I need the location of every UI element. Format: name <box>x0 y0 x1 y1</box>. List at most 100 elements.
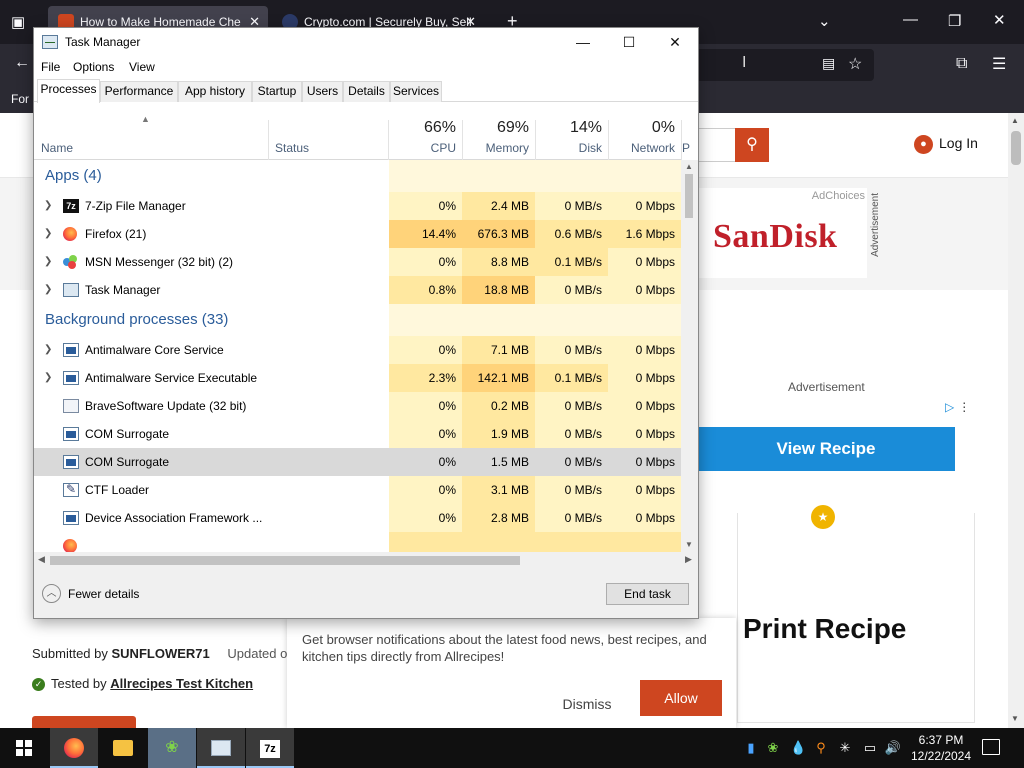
tm-titlebar[interactable]: Task Manager — ☐ ✕ <box>34 28 698 57</box>
tab-performance[interactable]: Performance <box>100 81 178 102</box>
network-total[interactable]: 0% <box>609 119 675 137</box>
notification-center-icon[interactable] <box>982 739 1000 755</box>
process-row[interactable]: Device Association Framework ... 0% 2.8 MB… <box>34 504 681 532</box>
sandisk-ad[interactable]: AdChoices SanDisk <box>697 188 867 278</box>
process-row[interactable]: CTF Loader 0%3.1 MB0 MB/s0 Mbps <box>34 476 681 504</box>
process-disk: 0.1 MB/s <box>535 364 608 392</box>
vertical-scrollbar[interactable]: ▲ ▼ <box>681 160 698 552</box>
disk-total[interactable]: 14% <box>536 119 602 137</box>
scroll-right-icon[interactable]: ▶ <box>685 554 692 565</box>
process-row[interactable]: ❯ MSN Messenger (32 bit) (2) 0% 8.8 MB 0.1 M… <box>34 248 681 276</box>
start-button[interactable] <box>0 728 48 768</box>
column-cpu[interactable]: CPU <box>389 141 456 155</box>
minimize-icon[interactable]: — <box>903 11 918 28</box>
adchoices-label[interactable]: AdChoices <box>812 190 865 202</box>
bookmark-star-icon[interactable]: ☆ <box>848 54 862 74</box>
reader-view-icon[interactable]: ▤ <box>822 55 835 72</box>
process-row[interactable]: COM Surrogate 0% 1.5 MB 0 MB/s 0 Mbps <box>34 448 681 476</box>
scroll-down-icon[interactable]: ▼ <box>1011 714 1019 723</box>
process-row[interactable]: BraveSoftware Update (32 bit) 0% 0.2 MB 0 M… <box>34 392 681 420</box>
tab-users[interactable]: Users <box>302 81 343 102</box>
expand-chevron-icon[interactable]: ❯ <box>44 364 52 392</box>
kebab-menu-icon[interactable]: ⋮ <box>958 400 970 414</box>
process-row-partial[interactable] <box>34 532 681 552</box>
process-row[interactable]: ❯ Antimalware Service Executable 2.3% 142.1… <box>34 364 681 392</box>
tray-app-icon[interactable]: ▮ <box>744 728 758 768</box>
minimize-button[interactable]: — <box>560 28 606 57</box>
scroll-left-icon[interactable]: ◀ <box>38 554 45 565</box>
taskbar-clock[interactable]: 6:37 PM 12/22/2024 <box>905 732 977 764</box>
tray-msn-icon[interactable]: ❀ <box>764 728 782 768</box>
scrollbar-thumb[interactable] <box>685 174 693 218</box>
cpu-total[interactable]: 66% <box>389 119 456 137</box>
test-kitchen-link[interactable]: Allrecipes Test Kitchen <box>110 676 253 691</box>
process-row[interactable]: ❯ Antimalware Core Service 0% 7.1 MB 0 MB/s 0… <box>34 336 681 364</box>
scroll-up-icon[interactable]: ▲ <box>1011 116 1019 125</box>
tab-list-icon[interactable]: ▣ <box>11 13 25 31</box>
scrollbar-thumb[interactable] <box>50 556 520 565</box>
scroll-up-icon[interactable]: ▲ <box>685 162 693 171</box>
submitted-author[interactable]: SUNFLOWER71 <box>112 646 210 661</box>
scrollbar-thumb[interactable] <box>1011 131 1021 165</box>
menu-file[interactable]: File <box>41 60 60 74</box>
close-button[interactable]: ✕ <box>652 28 698 57</box>
column-network[interactable]: Network <box>609 141 675 155</box>
allow-button[interactable]: Allow <box>640 680 722 716</box>
tab-app-history[interactable]: App history <box>178 81 252 102</box>
url-field[interactable]: I ▤ ☆ <box>690 49 874 81</box>
menu-view[interactable]: View <box>129 60 155 74</box>
column-disk[interactable]: Disk <box>536 141 602 155</box>
expand-chevron-icon[interactable]: ❯ <box>44 276 52 304</box>
print-recipe-heading[interactable]: Print Recipe <box>743 613 906 645</box>
tray-sparkle-icon[interactable]: ✳ <box>836 728 854 768</box>
orange-button-edge[interactable] <box>32 716 136 728</box>
tray-search-icon[interactable]: ⚲ <box>813 728 829 768</box>
tab-startup[interactable]: Startup <box>252 81 302 102</box>
taskbar-7zip[interactable]: 7z <box>246 728 294 768</box>
taskbar-firefox[interactable] <box>50 728 98 768</box>
column-power-partial[interactable]: P <box>682 141 696 155</box>
taskbar-file-explorer[interactable] <box>99 728 147 768</box>
expand-chevron-icon[interactable]: ❯ <box>44 336 52 364</box>
memory-total[interactable]: 69% <box>463 119 529 137</box>
taskbar-msn-messenger[interactable]: ❀ <box>148 728 196 768</box>
process-row[interactable]: ❯ Firefox (21) 14.4% 676.3 MB 0.6 MB/s 1.6 Mb… <box>34 220 681 248</box>
clock-time: 6:37 PM <box>918 733 964 747</box>
back-icon[interactable]: ← <box>14 54 30 72</box>
tray-drop-icon[interactable]: 💧 <box>790 728 806 768</box>
tab-services[interactable]: Services <box>390 81 442 102</box>
process-row[interactable]: COM Surrogate 0% 1.9 MB 0 MB/s 0 Mbps <box>34 420 681 448</box>
process-row[interactable]: ❯ 7z 7-Zip File Manager 0% 2.4 MB 0 MB/s 0 Mbp… <box>34 192 681 220</box>
expand-chevron-icon[interactable]: ❯ <box>44 248 52 276</box>
taskbar-task-manager[interactable] <box>197 728 245 768</box>
column-memory[interactable]: Memory <box>463 141 529 155</box>
login-link[interactable]: ● Log In <box>914 135 978 154</box>
fewer-details-link[interactable]: Fewer details <box>68 587 139 601</box>
extensions-icon[interactable]: ⧉ <box>956 55 967 73</box>
chevron-down-icon[interactable]: ⌄ <box>818 12 831 30</box>
bookmark-item[interactable]: For <box>11 92 29 106</box>
chevron-up-icon[interactable]: ︿ <box>42 584 61 603</box>
expand-chevron-icon[interactable]: ❯ <box>44 220 52 248</box>
close-icon[interactable]: ✕ <box>993 11 1006 29</box>
column-name[interactable]: Name <box>41 141 73 155</box>
end-task-button[interactable]: End task <box>606 583 689 605</box>
scroll-down-icon[interactable]: ▼ <box>685 540 693 549</box>
process-row[interactable]: ❯ Task Manager 0.8% 18.8 MB 0 MB/s 0 Mbps <box>34 276 681 304</box>
menu-icon[interactable]: ☰ <box>992 54 1006 74</box>
search-button[interactable]: ⚲ <box>735 128 769 162</box>
tab-details[interactable]: Details <box>343 81 390 102</box>
page-scrollbar[interactable]: ▲ ▼ <box>1008 113 1024 728</box>
network-icon[interactable]: ▭ <box>861 728 879 768</box>
ad-info-icon[interactable]: ▷ ⋮ <box>945 400 970 414</box>
dismiss-button[interactable]: Dismiss <box>547 688 627 720</box>
view-recipe-button[interactable]: View Recipe <box>697 427 955 471</box>
expand-chevron-icon[interactable]: ❯ <box>44 192 52 220</box>
column-status[interactable]: Status <box>275 141 309 155</box>
menu-options[interactable]: Options <box>73 60 114 74</box>
tab-processes[interactable]: Processes <box>37 79 100 103</box>
horizontal-scrollbar[interactable]: ◀ ▶ <box>34 552 698 569</box>
restore-icon[interactable]: ❐ <box>948 12 961 30</box>
volume-icon[interactable]: 🔊 <box>884 728 902 768</box>
maximize-button[interactable]: ☐ <box>606 28 652 57</box>
